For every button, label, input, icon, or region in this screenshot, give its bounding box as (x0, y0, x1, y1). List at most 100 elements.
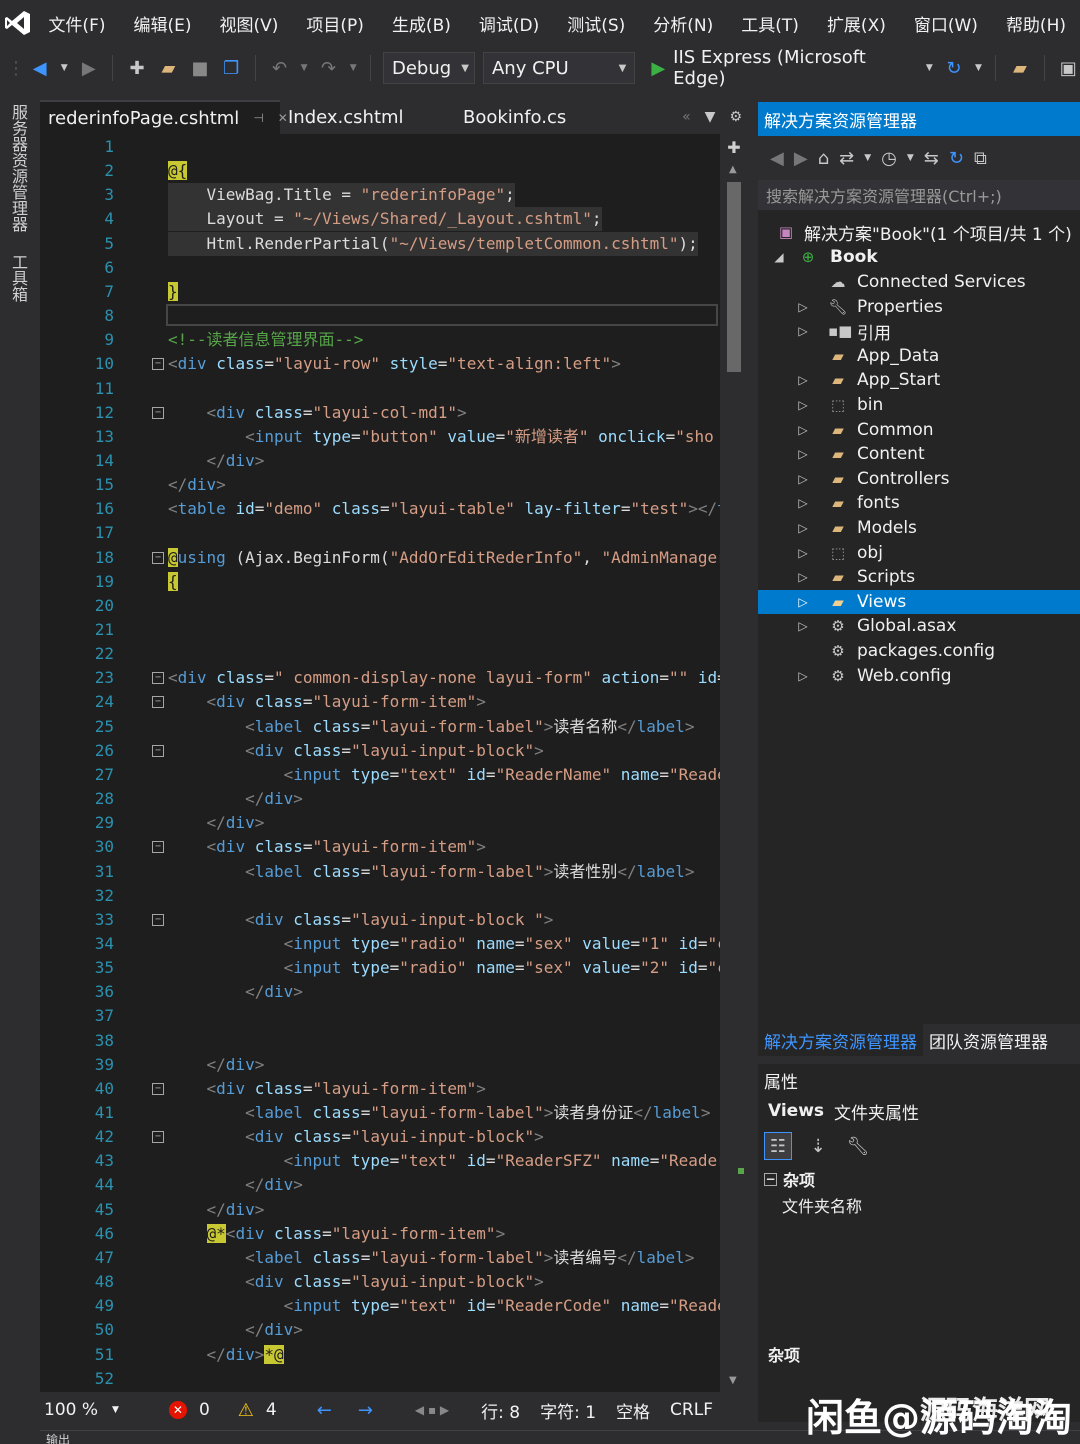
categorized-icon[interactable]: ☷ (764, 1132, 792, 1160)
tree-node-fonts[interactable]: ▷ ▰ fonts (758, 491, 1080, 515)
expand-arrow-icon[interactable]: ▷ (796, 324, 810, 338)
error-icon[interactable]: ✕ (168, 1401, 187, 1419)
code-line[interactable]: 7} (40, 280, 720, 304)
collapse-region-icon[interactable]: − (152, 406, 164, 419)
open-icon[interactable]: ▰ (157, 56, 180, 80)
home-icon[interactable]: ⌂ (818, 148, 829, 169)
menu-item[interactable]: 测试(S) (553, 11, 639, 36)
tree-node-project[interactable]: ◢ ⊕ Book (758, 245, 1080, 269)
code-line[interactable]: 5 Html.RenderPartial("~/Views/templetCom… (40, 231, 720, 256)
pin-icon[interactable]: ⊣ (253, 111, 263, 125)
code-line[interactable]: 41 <label class="layui-form-label">读者身份证… (40, 1101, 720, 1125)
collapse-region-icon[interactable]: − (152, 1082, 164, 1095)
code-line[interactable]: 18 − @using (Ajax.BeginForm("AddOrEditRede… (40, 546, 720, 570)
gear-icon[interactable]: ⚙ (729, 109, 742, 125)
dropdown-arrow-icon[interactable]: ▼ (974, 56, 984, 80)
code-line[interactable]: 10 − <div class="layui-row" style="text-al… (40, 352, 720, 376)
collapse-region-icon[interactable]: − (152, 696, 164, 709)
zoom-select[interactable]: 100 % ▼ (44, 1400, 119, 1420)
tree-node-solution[interactable]: ▣ 解决方案"Book"(1 个项目/共 1 个) (758, 220, 1080, 245)
code-line[interactable]: 4 Layout = "~/Views/Shared/_Layout.cshtm… (40, 207, 720, 232)
code-line[interactable]: 21 (40, 618, 720, 642)
redo-icon[interactable]: ↷ (317, 56, 340, 80)
code-line[interactable]: 38 (40, 1029, 720, 1053)
code-line[interactable]: 52 (40, 1367, 720, 1391)
scroll-down-icon[interactable]: ▼ (729, 1375, 737, 1386)
code-line[interactable]: 44 </div> (40, 1173, 720, 1197)
expand-arrow-icon[interactable]: ▷ (796, 423, 810, 437)
menu-item[interactable]: 生成(B) (378, 11, 465, 36)
code-line[interactable]: 9 <!--读者信息管理界面--> (40, 328, 720, 352)
code-editor[interactable]: 1 2 @{3 ViewBag.Title = "rederinfoPage"; 4 … (40, 134, 720, 1392)
solution-platform-select[interactable]: Any CPU ▼ (482, 52, 636, 84)
code-line[interactable]: 11 (40, 377, 720, 401)
dropdown-arrow-icon[interactable]: ▼ (864, 153, 871, 163)
dropdown-arrow-icon[interactable]: ▼ (925, 56, 935, 80)
code-line[interactable]: 15 </div> (40, 473, 720, 497)
code-line[interactable]: 14 </div> (40, 449, 720, 473)
solution-configuration-select[interactable]: Debug ▼ (382, 52, 475, 84)
code-line[interactable]: 36 </div> (40, 980, 720, 1004)
horizontal-scrollbar[interactable]: ◀ ▪ ▶ (415, 1403, 449, 1417)
expand-arrow-icon[interactable]: ▷ (796, 546, 810, 560)
expand-arrow-icon[interactable]: ▷ (796, 496, 810, 510)
collapse-region-icon[interactable]: − (152, 841, 164, 854)
tree-node-models[interactable]: ▷ ▰ Models (758, 516, 1080, 540)
code-line[interactable]: 1 (40, 135, 720, 159)
collapse-region-icon[interactable]: − (152, 672, 164, 685)
warning-count[interactable]: 4 (266, 1400, 277, 1420)
start-debugging-button[interactable]: ▶ IIS Express (Microsoft Edge) ▼ (651, 47, 934, 89)
toolbox-tab[interactable]: 工具箱 (0, 246, 36, 310)
code-line[interactable]: 31 <label class="layui-form-label">读者性别<… (40, 860, 720, 884)
editor-vertical-scrollbar[interactable]: ✚ ▲ ▼ (720, 134, 750, 1392)
server-explorer-tab[interactable]: 服务器资源管理器 (0, 96, 36, 240)
code-line[interactable]: 20 (40, 594, 720, 618)
collapse-region-icon[interactable]: − (152, 744, 164, 757)
save-icon[interactable]: ■ (188, 56, 211, 80)
code-line[interactable]: 27 <input type="text" id="ReaderName" na… (40, 763, 720, 787)
code-line[interactable]: 40 − <div class="layui-form-item"> (40, 1077, 720, 1101)
visual-studio-logo-icon[interactable] (0, 0, 36, 46)
menu-item[interactable]: 窗口(W) (900, 11, 992, 36)
code-line[interactable]: 49 <input type="text" id="ReaderCode" na… (40, 1294, 720, 1318)
code-line[interactable]: 50 </div> (40, 1318, 720, 1342)
sync-icon[interactable]: ⇆ (924, 148, 939, 169)
menu-item[interactable]: 编辑(E) (119, 11, 205, 36)
forward-icon[interactable]: ▶ (794, 148, 808, 169)
code-line[interactable]: 16 <table id="demo" class="layui-table" l… (40, 497, 720, 521)
code-line[interactable]: 34 <input type="radio" name="sex" value=… (40, 932, 720, 956)
scroll-up-icon[interactable]: ▲ (729, 164, 737, 175)
collapse-region-icon[interactable]: − (152, 551, 164, 564)
tree-node-content[interactable]: ▷ ▰ Content (758, 442, 1080, 466)
code-line[interactable]: 43 <input type="text" id="ReaderSFZ" nam… (40, 1149, 720, 1173)
back-icon[interactable]: ◀ (770, 148, 784, 169)
code-line[interactable]: 23 − <div class=" common-display-none layu… (40, 666, 720, 690)
code-line[interactable]: 19 { (40, 570, 720, 594)
tab-list-dropdown-icon[interactable]: ▼ (705, 109, 716, 125)
error-count[interactable]: 0 (199, 1400, 210, 1420)
tree-node-controllers[interactable]: ▷ ▰ Controllers (758, 467, 1080, 491)
tree-node-web-config[interactable]: ▷ ⚙ Web.config (758, 664, 1080, 688)
menu-item[interactable]: 文件(F) (36, 11, 119, 36)
expand-arrow-icon[interactable]: ▷ (796, 300, 810, 314)
menu-item[interactable]: 工具(T) (727, 11, 813, 36)
tab-index[interactable]: Index.cshtml (280, 100, 455, 134)
code-line[interactable]: 28 </div> (40, 787, 720, 811)
solution-explorer-search-input[interactable]: 搜索解决方案资源管理器(Ctrl+;) (758, 180, 1080, 210)
code-line[interactable]: 30 − <div class="layui-form-item"> (40, 835, 720, 859)
code-line[interactable]: 48 <div class="layui-input-block"> (40, 1270, 720, 1294)
collapse-region-icon[interactable]: − (152, 913, 164, 926)
code-line[interactable]: 3 ViewBag.Title = "rederinfoPage"; (40, 183, 720, 208)
code-line[interactable]: 17 (40, 521, 720, 545)
tree-node-views[interactable]: ▷ ▰ Views (758, 589, 1080, 614)
menu-item[interactable]: 视图(V) (206, 11, 293, 36)
navigate-forward-icon[interactable]: → (358, 1400, 373, 1421)
property-category[interactable]: − 杂项 (758, 1166, 1080, 1192)
new-project-icon[interactable]: ✚ (125, 56, 148, 80)
expand-arrow-icon[interactable]: ▷ (796, 521, 810, 535)
collapse-icon[interactable]: − (764, 1172, 777, 1186)
code-line[interactable]: 35 <input type="radio" name="sex" value=… (40, 956, 720, 980)
collapse-region-icon[interactable]: − (152, 358, 164, 371)
menu-item[interactable]: 分析(N) (639, 11, 727, 36)
collapse-all-icon[interactable]: ⧉ (974, 148, 987, 169)
